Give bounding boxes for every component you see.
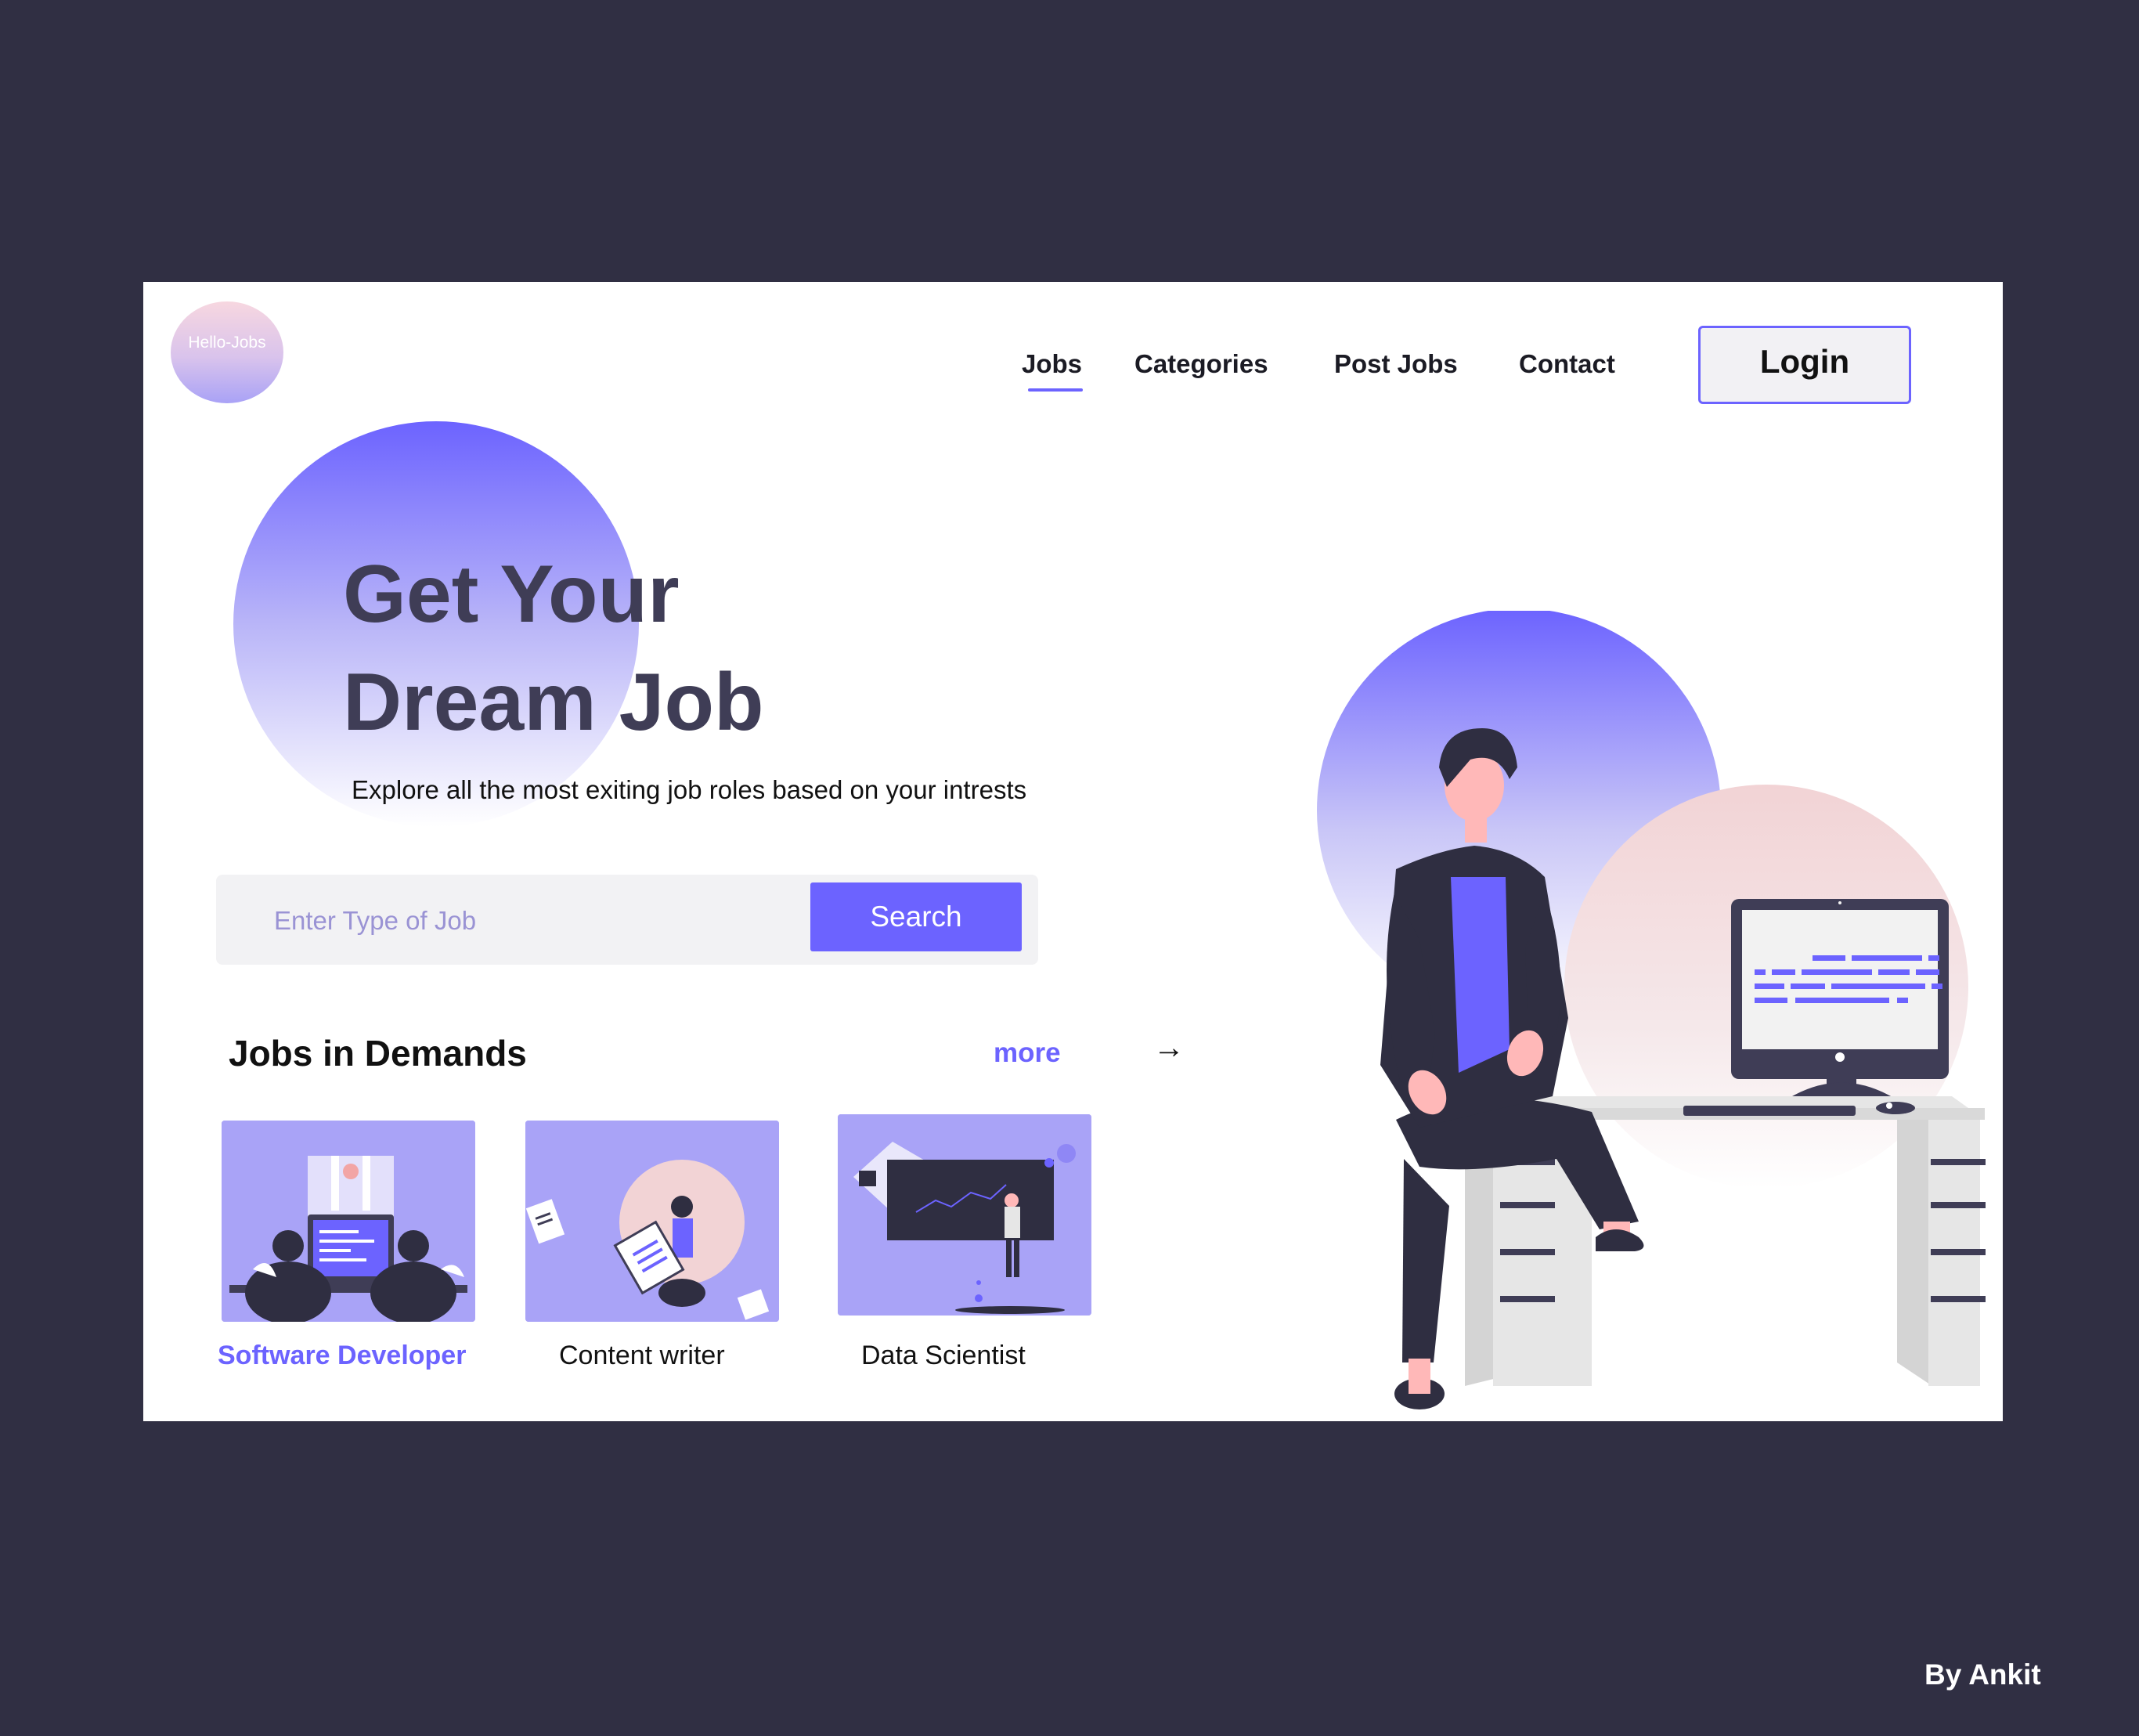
hero-illustration xyxy=(1317,611,1986,1409)
author-credit: By Ankit xyxy=(1924,1658,2041,1691)
hero-title-line2: Dream Job xyxy=(343,657,764,748)
job-type-input[interactable] xyxy=(272,894,785,947)
job-label-data-scientist[interactable]: Data Scientist xyxy=(861,1341,1026,1371)
content-writer-illustration xyxy=(525,1121,779,1322)
logo[interactable]: Hello-Jobs xyxy=(171,301,283,403)
nav-jobs[interactable]: Jobs xyxy=(1022,349,1082,379)
more-link[interactable]: more xyxy=(994,1038,1061,1069)
job-label-content-writer[interactable]: Content writer xyxy=(559,1341,725,1371)
hero-title: Get Your Dream Job xyxy=(343,540,764,756)
hero-title-line1: Get Your xyxy=(343,549,680,640)
arrow-right-icon[interactable]: → xyxy=(1153,1030,1185,1066)
job-card-data-scientist[interactable] xyxy=(838,1114,1091,1316)
data-scientist-illustration xyxy=(838,1114,1091,1316)
search-button-label: Search xyxy=(870,900,962,933)
login-label: Login xyxy=(1759,343,1850,380)
logo-text: Hello-Jobs xyxy=(188,333,266,352)
nav-contact[interactable]: Contact xyxy=(1519,349,1615,379)
job-label-software-developer[interactable]: Software Developer xyxy=(218,1341,466,1371)
login-button[interactable]: Login xyxy=(1698,326,1911,404)
hero-subtitle: Explore all the most exiting job roles b… xyxy=(352,775,1027,804)
job-card-software-developer[interactable] xyxy=(222,1121,475,1322)
search-button[interactable]: Search xyxy=(810,882,1022,951)
jobs-section-title: Jobs in Demands xyxy=(229,1033,527,1074)
landing-page-card: Hello-Jobs Jobs Categories Post Jobs Con… xyxy=(143,282,2003,1421)
nav-post-jobs[interactable]: Post Jobs xyxy=(1334,349,1458,379)
nav-categories[interactable]: Categories xyxy=(1134,349,1268,379)
job-card-content-writer[interactable] xyxy=(525,1121,779,1322)
software-developer-illustration xyxy=(222,1121,475,1322)
nav-active-indicator xyxy=(1028,388,1083,392)
